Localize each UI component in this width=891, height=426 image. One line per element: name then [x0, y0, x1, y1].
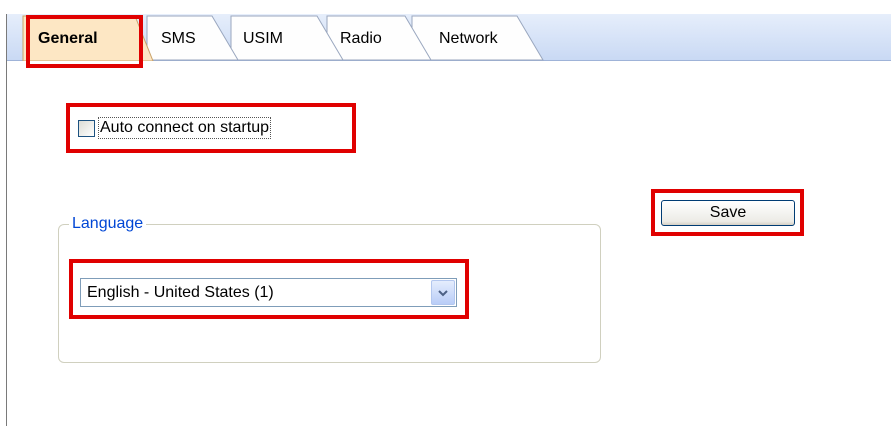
settings-window: General SMS USIM Radio Network Auto conn… — [0, 0, 891, 426]
highlight-auto-connect — [66, 103, 356, 153]
window-left-border — [6, 14, 7, 426]
tab-sms[interactable]: SMS — [161, 30, 196, 48]
highlight-language-select — [69, 259, 469, 319]
tab-radio[interactable]: Radio — [340, 30, 382, 48]
language-group-legend: Language — [69, 214, 147, 234]
tab-network[interactable]: Network — [439, 30, 498, 48]
highlight-general-tab — [26, 15, 143, 68]
tab-usim[interactable]: USIM — [243, 30, 283, 48]
highlight-save-button — [651, 189, 804, 236]
